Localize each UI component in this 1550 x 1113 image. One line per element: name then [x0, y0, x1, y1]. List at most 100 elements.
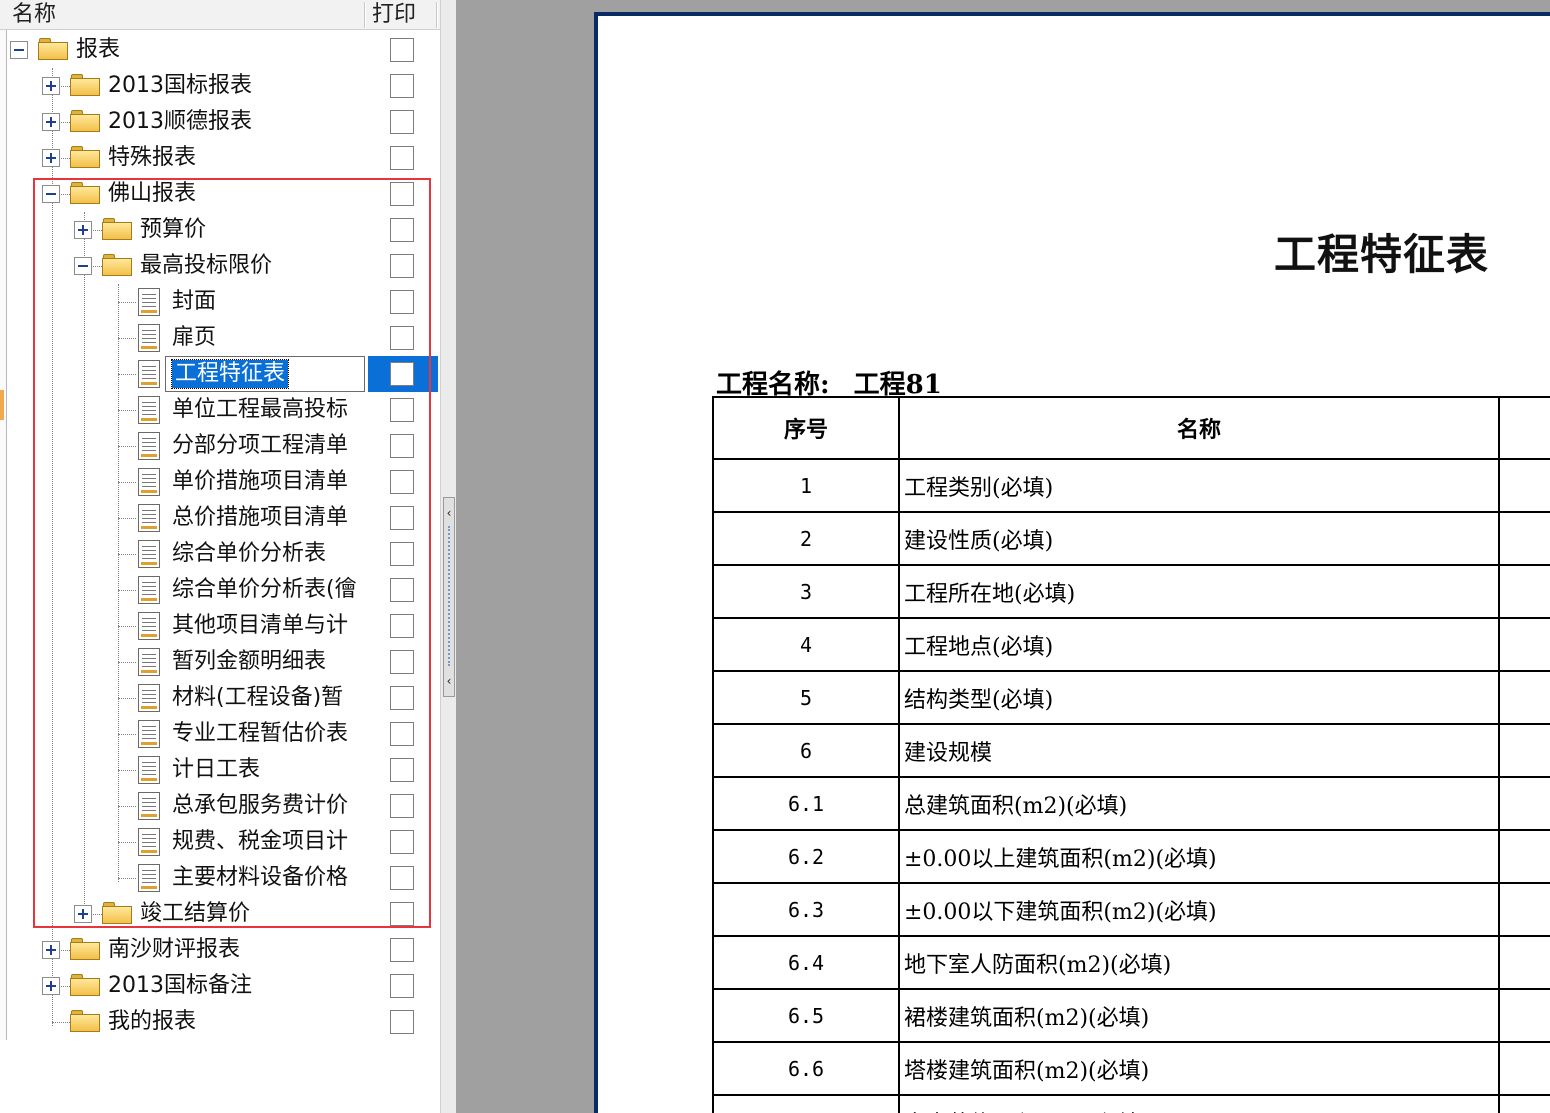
collapse-minus-icon[interactable] — [10, 41, 28, 59]
tree-report-item[interactable]: 封面 — [0, 284, 440, 320]
column-header-print[interactable]: 打印 — [372, 0, 416, 30]
tree-item-label[interactable]: 分部分项工程清单 — [172, 428, 348, 464]
tree-folder-item[interactable]: 最高投标限价 — [0, 248, 440, 284]
print-checkbox[interactable] — [390, 290, 414, 314]
print-checkbox[interactable] — [390, 506, 414, 530]
print-checkbox[interactable] — [390, 254, 414, 278]
print-checkbox[interactable] — [390, 218, 414, 242]
tree-report-item[interactable]: 总价措施项目清单 — [0, 500, 440, 536]
tree-item-label[interactable]: 规费、税金项目计 — [172, 824, 348, 860]
tree-item-label[interactable]: 报表 — [76, 32, 120, 68]
tree-folder-item[interactable]: 报表 — [0, 32, 440, 68]
tree-report-item[interactable]: 扉页 — [0, 320, 440, 356]
collapse-minus-icon[interactable] — [74, 257, 92, 275]
tree-item-label[interactable]: 我的报表 — [108, 1004, 196, 1040]
expand-plus-icon[interactable] — [42, 113, 60, 131]
print-checkbox[interactable] — [390, 398, 414, 422]
column-header-name[interactable]: 名称 — [12, 0, 56, 30]
print-checkbox[interactable] — [390, 902, 414, 926]
print-checkbox[interactable] — [390, 182, 414, 206]
print-checkbox[interactable] — [390, 542, 414, 566]
tree-item-label[interactable]: 封面 — [172, 284, 216, 320]
print-checkbox[interactable] — [390, 758, 414, 782]
column-separator[interactable] — [436, 2, 438, 28]
tree-report-item[interactable]: 其他项目清单与计 — [0, 608, 440, 644]
print-checkbox[interactable] — [390, 470, 414, 494]
expand-plus-icon[interactable] — [74, 905, 92, 923]
print-checkbox[interactable] — [390, 1010, 414, 1034]
print-checkbox[interactable] — [390, 686, 414, 710]
tree-item-label[interactable]: 暂列金额明细表 — [172, 644, 326, 680]
tree-report-item[interactable]: 单价措施项目清单 — [0, 464, 440, 500]
tree-item-label[interactable]: 单价措施项目清单 — [172, 464, 348, 500]
tree-item-label[interactable]: 南沙财评报表 — [108, 932, 240, 968]
tree-item-label[interactable]: 其他项目清单与计 — [172, 608, 348, 644]
print-checkbox[interactable] — [390, 614, 414, 638]
tree-folder-item[interactable]: 2013顺德报表 — [0, 104, 440, 140]
splitter-handle[interactable]: ‹ ‹ — [443, 497, 455, 697]
collapse-left-arrow-icon[interactable]: ‹ — [444, 674, 454, 688]
tree-folder-item[interactable]: 2013国标报表 — [0, 68, 440, 104]
column-separator[interactable] — [364, 2, 366, 28]
tree-item-label[interactable]: 单位工程最高投标 — [172, 392, 348, 428]
expand-plus-icon[interactable] — [42, 977, 60, 995]
tree-folder-item[interactable]: 竣工结算价 — [0, 896, 440, 932]
tree-report-item[interactable]: 暂列金额明细表 — [0, 644, 440, 680]
tree-report-item[interactable]: 工程特征表 — [0, 356, 440, 392]
tree-report-item[interactable]: 计日工表 — [0, 752, 440, 788]
tree-item-label[interactable]: 工程特征表 — [170, 359, 290, 389]
tree-item-label[interactable]: 2013国标备注 — [108, 968, 252, 1004]
print-checkbox[interactable] — [390, 794, 414, 818]
tree-item-label[interactable]: 特殊报表 — [108, 140, 196, 176]
panel-splitter[interactable]: ‹ ‹ — [440, 0, 456, 1113]
tree-item-label[interactable]: 2013顺德报表 — [108, 104, 252, 140]
expand-plus-icon[interactable] — [74, 221, 92, 239]
print-checkbox[interactable] — [390, 146, 414, 170]
print-checkbox[interactable] — [390, 722, 414, 746]
tree-report-item[interactable]: 单位工程最高投标 — [0, 392, 440, 428]
tree-report-item[interactable]: 材料(工程设备)暂 — [0, 680, 440, 716]
tree-report-item[interactable]: 分部分项工程清单 — [0, 428, 440, 464]
print-checkbox[interactable] — [390, 974, 414, 998]
tree-item-label[interactable]: 材料(工程设备)暂 — [172, 680, 343, 716]
tree-item-label[interactable]: 扉页 — [172, 320, 216, 356]
print-checkbox[interactable] — [390, 362, 414, 386]
tree-item-label[interactable]: 主要材料设备价格 — [172, 860, 348, 896]
collapse-minus-icon[interactable] — [42, 185, 60, 203]
print-checkbox[interactable] — [390, 578, 414, 602]
print-checkbox[interactable] — [390, 326, 414, 350]
tree-folder-item[interactable]: 佛山报表 — [0, 176, 440, 212]
tree-item-label[interactable]: 最高投标限价 — [140, 248, 272, 284]
tree-folder-item[interactable]: 2013国标备注 — [0, 968, 440, 1004]
print-checkbox[interactable] — [390, 866, 414, 890]
tree-item-label[interactable]: 综合单价分析表(徻 — [172, 572, 357, 608]
tree-folder-item[interactable]: 预算价 — [0, 212, 440, 248]
collapse-left-arrow-icon[interactable]: ‹ — [444, 506, 454, 520]
print-checkbox[interactable] — [390, 434, 414, 458]
tree-item-label[interactable]: 2013国标报表 — [108, 68, 252, 104]
tree-item-label[interactable]: 总价措施项目清单 — [172, 500, 348, 536]
tree-item-label[interactable]: 计日工表 — [172, 752, 260, 788]
tree-item-label[interactable]: 专业工程暂估价表 — [172, 716, 348, 752]
expand-plus-icon[interactable] — [42, 77, 60, 95]
print-checkbox[interactable] — [390, 650, 414, 674]
tree-item-label[interactable]: 竣工结算价 — [140, 896, 250, 932]
tree-folder-item[interactable]: 南沙财评报表 — [0, 932, 440, 968]
print-checkbox[interactable] — [390, 74, 414, 98]
tree-item-label[interactable]: 预算价 — [140, 212, 206, 248]
expand-plus-icon[interactable] — [42, 149, 60, 167]
print-checkbox[interactable] — [390, 938, 414, 962]
tree-item-label[interactable]: 综合单价分析表 — [172, 536, 326, 572]
tree-item-label[interactable]: 佛山报表 — [108, 176, 196, 212]
tree-item-label[interactable]: 总承包服务费计价 — [172, 788, 348, 824]
tree-report-item[interactable]: 专业工程暂估价表 — [0, 716, 440, 752]
tree-report-item[interactable]: 综合单价分析表 — [0, 536, 440, 572]
tree-report-item[interactable]: 主要材料设备价格 — [0, 860, 440, 896]
tree-folder-item[interactable]: 我的报表 — [0, 1004, 440, 1040]
tree-report-item[interactable]: 总承包服务费计价 — [0, 788, 440, 824]
print-checkbox[interactable] — [390, 830, 414, 854]
tree-report-item[interactable]: 综合单价分析表(徻 — [0, 572, 440, 608]
report-preview-area[interactable]: 工程特征表 工程名称: 工程81 序号 名称 1 工程类别(必填) 2 建设性质(必填)… — [456, 0, 1550, 1113]
print-checkbox[interactable] — [390, 38, 414, 62]
print-checkbox[interactable] — [390, 110, 414, 134]
